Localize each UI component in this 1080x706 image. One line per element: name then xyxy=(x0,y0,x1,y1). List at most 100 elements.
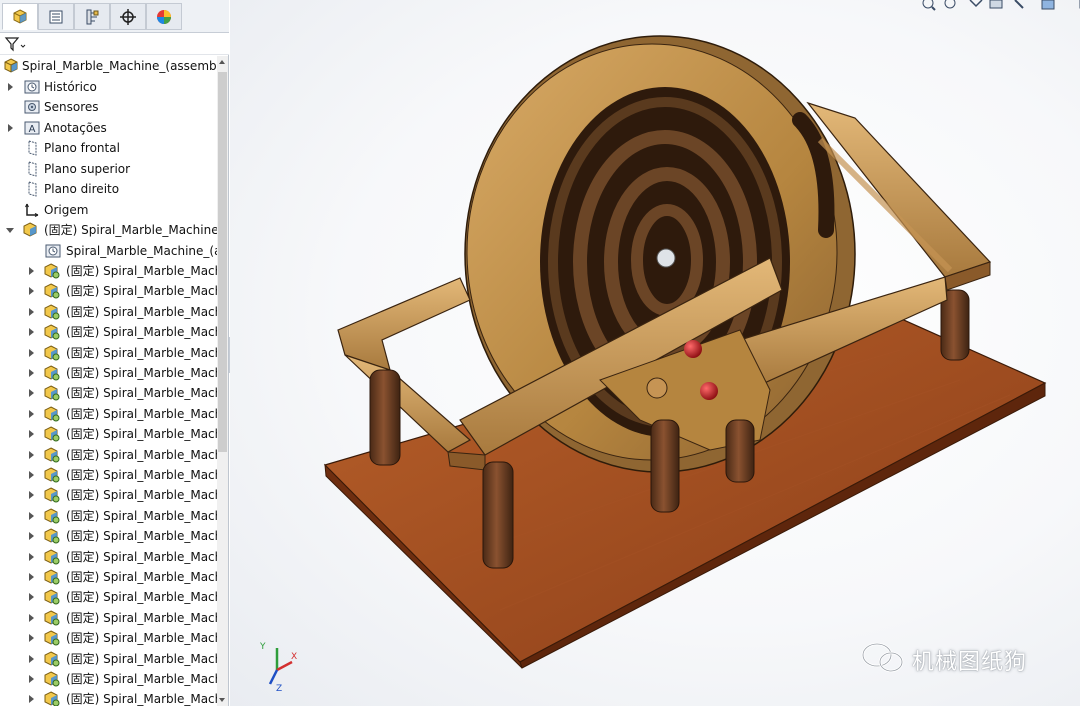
tree-item-part[interactable]: (固定) Spiral_Marble_Machin xyxy=(0,689,217,706)
tab-property-manager[interactable] xyxy=(38,3,74,30)
expand-arrow-icon[interactable] xyxy=(8,83,13,91)
tree-scrollbar-thumb[interactable] xyxy=(218,72,227,452)
fixed-subassembly-icon xyxy=(44,365,60,381)
subassembly-icon xyxy=(23,222,37,237)
tree-item-label: (固定) Spiral_Marble_Machin xyxy=(66,631,217,646)
tree-item-part[interactable]: (固定) Spiral_Marble_Machin xyxy=(0,526,217,546)
tree-item-part[interactable]: (固定) Spiral_Marble_Machin xyxy=(0,649,217,669)
tree-item-part[interactable]: (固定) Spiral_Marble_Machin xyxy=(0,322,217,342)
tab-dimxpert-manager[interactable] xyxy=(110,3,146,30)
tree-item-part[interactable]: (固定) Spiral_Marble_Machin xyxy=(0,669,217,689)
previous-view-icon[interactable] xyxy=(969,0,983,8)
expand-arrow-icon[interactable] xyxy=(29,654,34,663)
expand-arrow-icon[interactable] xyxy=(29,267,34,275)
tree-item-part[interactable]: (固定) Spiral_Marble_Machin xyxy=(0,302,217,322)
expand-arrow-icon[interactable] xyxy=(29,307,34,316)
tab-feature-manager[interactable] xyxy=(2,3,38,30)
tree-filter-bar xyxy=(0,33,229,55)
expand-arrow-icon[interactable] xyxy=(29,573,34,581)
view-orientation-icon[interactable] xyxy=(1041,0,1055,10)
tree-item-part[interactable]: (固定) Spiral_Marble_Machin xyxy=(0,628,217,648)
tree-item-part[interactable]: (固定) Spiral_Marble_Machin xyxy=(0,465,217,485)
expand-arrow-icon[interactable] xyxy=(29,593,34,602)
plane-icon xyxy=(28,181,37,197)
expand-arrow-icon[interactable] xyxy=(29,389,34,398)
tree-item-label: (固定) Spiral_Marble_Machin xyxy=(66,570,217,584)
zoom-to-fit-icon[interactable] xyxy=(922,0,936,11)
section-view-icon[interactable] xyxy=(989,0,1003,9)
tree-item-label: (固定) Spiral_Marble_Machin xyxy=(66,610,217,625)
expand-arrow-icon[interactable] xyxy=(29,369,34,377)
graphics-viewport[interactable] xyxy=(230,0,1080,706)
filter-icon[interactable] xyxy=(4,36,28,52)
dynamic-annotation-icon[interactable] xyxy=(1014,0,1024,9)
collapse-arrow-icon[interactable] xyxy=(6,228,14,233)
scroll-down-arrow-icon[interactable] xyxy=(219,698,225,702)
tab-display-manager[interactable] xyxy=(146,3,182,30)
scroll-up-arrow-icon[interactable] xyxy=(219,60,225,64)
tree-item-part[interactable]: (固定) Spiral_Marble_Machin xyxy=(0,281,217,301)
tree-item-label: (固定) Spiral_Marble_Machin xyxy=(66,549,217,564)
expand-arrow-icon[interactable] xyxy=(29,613,34,622)
expand-arrow-icon[interactable] xyxy=(29,675,34,683)
tab-configuration-manager[interactable] xyxy=(74,3,110,30)
tree-item-origem[interactable]: Origem xyxy=(0,200,217,220)
expand-arrow-icon[interactable] xyxy=(29,430,34,439)
feature-manager-icon xyxy=(13,8,27,24)
expand-arrow-icon[interactable] xyxy=(29,552,34,561)
tree-item-label: (固定) Spiral_Marble_Machin xyxy=(66,672,217,686)
leg-front-center xyxy=(482,461,514,569)
tree-item-part[interactable]: (固定) Spiral_Marble_Machin xyxy=(0,547,217,567)
tree-item-part[interactable]: (固定) Spiral_Marble_Machin xyxy=(0,587,217,607)
tree-item-part[interactable]: (固定) Spiral_Marble_Machin xyxy=(0,261,217,281)
tree-root-assembly[interactable]: Spiral_Marble_Machine_(assembly) xyxy=(0,56,217,76)
leg-front-mid xyxy=(650,419,680,513)
tree-item-part[interactable]: (固定) Spiral_Marble_Machin xyxy=(0,383,217,403)
expand-arrow-icon[interactable] xyxy=(29,450,34,459)
tree-item-label: Plano superior xyxy=(44,162,131,176)
tree-item-part[interactable]: (固定) Spiral_Marble_Machin xyxy=(0,424,217,444)
tree-item-part[interactable]: (固定) Spiral_Marble_Machin xyxy=(0,445,217,465)
triad-x-label: X xyxy=(291,652,297,662)
expand-arrow-icon[interactable] xyxy=(8,124,13,132)
tree-item-part[interactable]: (固定) Spiral_Marble_Machin xyxy=(0,567,217,587)
tree-item-plano-superior[interactable]: Plano superior xyxy=(0,159,217,179)
tree-item-anotacoes[interactable]: A Anotações xyxy=(0,118,217,138)
expand-arrow-icon[interactable] xyxy=(29,532,34,541)
wechat-icon xyxy=(861,642,904,673)
feature-manager-pane: Spiral_Marble_Machine_(assembly) Históri… xyxy=(0,0,229,706)
assembly-icon xyxy=(4,58,18,73)
tree-item-part[interactable]: (固定) Spiral_Marble_Machin xyxy=(0,608,217,628)
tree-item-part[interactable]: (固定) Spiral_Marble_Machin xyxy=(0,343,217,363)
expand-arrow-icon[interactable] xyxy=(29,409,34,418)
tree-item-part[interactable]: (固定) Spiral_Marble_Machin xyxy=(0,485,217,505)
tree-item-sensores[interactable]: Sensores xyxy=(0,97,217,117)
tree-item-label: Sensores xyxy=(44,100,99,114)
zoom-area-icon[interactable] xyxy=(944,0,956,9)
tree-item-label: (固定) Spiral_Marble_Machin xyxy=(66,345,217,360)
tree-item-historico[interactable]: Histórico xyxy=(0,77,217,97)
tree-item-plano-direito[interactable]: Plano direito xyxy=(0,179,217,199)
tree-item-subassembly[interactable]: (固定) Spiral_Marble_Machine_(a xyxy=(0,220,217,240)
expand-arrow-icon[interactable] xyxy=(29,471,34,479)
history-folder-icon xyxy=(24,80,40,94)
tree-item-label: (固定) Spiral_Marble_Machin xyxy=(66,264,217,278)
expand-arrow-icon[interactable] xyxy=(29,511,34,520)
history-folder-icon xyxy=(45,244,61,258)
tree-item-label: Anotações xyxy=(44,121,107,135)
expand-arrow-icon[interactable] xyxy=(29,287,34,296)
fixed-subassembly-icon xyxy=(44,487,60,503)
expand-arrow-icon[interactable] xyxy=(29,348,34,357)
tree-item-plano-frontal[interactable]: Plano frontal xyxy=(0,138,217,158)
watermark: 机械图纸狗 xyxy=(860,640,1060,676)
expand-arrow-icon[interactable] xyxy=(29,634,34,643)
tree-item-subassembly-history[interactable]: Spiral_Marble_Machine_(ass xyxy=(0,241,217,261)
expand-arrow-icon[interactable] xyxy=(29,695,34,704)
expand-arrow-icon[interactable] xyxy=(29,328,34,337)
expand-arrow-icon[interactable] xyxy=(29,491,34,500)
fixed-subassembly-icon xyxy=(44,467,60,483)
tree-item-part[interactable]: (固定) Spiral_Marble_Machin xyxy=(0,506,217,526)
plane-icon xyxy=(28,161,37,177)
tree-item-part[interactable]: (固定) Spiral_Marble_Machin xyxy=(0,404,217,424)
tree-item-part[interactable]: (固定) Spiral_Marble_Machin xyxy=(0,363,217,383)
